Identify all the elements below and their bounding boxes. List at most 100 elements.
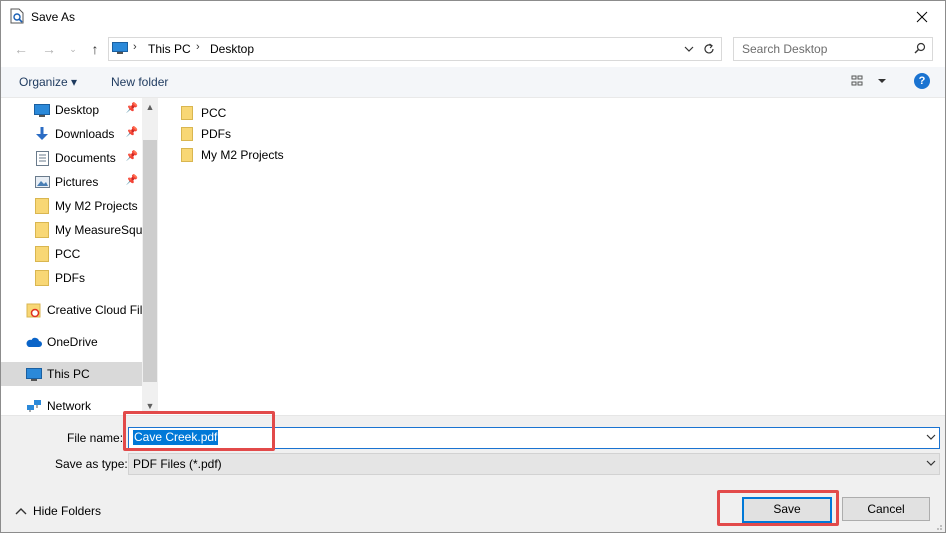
address-history-dropdown[interactable] — [681, 41, 697, 57]
chevron-down-icon[interactable] — [926, 431, 936, 443]
navigation-pane[interactable]: Desktop 📌 Downloads 📌 Documents 📌 Pictur… — [1, 98, 158, 414]
nav-item-label: Downloads — [55, 127, 115, 141]
file-name: PCC — [201, 106, 227, 120]
navigation-bar: ← → ⌄ ↑ › This PC › Desktop — [1, 34, 945, 64]
close-icon — [916, 11, 928, 22]
pin-icon: 📌 — [125, 151, 138, 162]
nav-item-my-measuresqu[interactable]: My MeasureSqu — [1, 218, 142, 242]
breadcrumb-this-pc[interactable]: This PC — [148, 42, 191, 56]
folder-icon — [34, 270, 50, 286]
recent-locations-button[interactable]: ⌄ — [63, 39, 83, 59]
resize-grip-icon[interactable] — [933, 521, 943, 531]
documents-icon — [34, 150, 50, 166]
command-toolbar: Organize ▾ New folder ? — [1, 67, 945, 98]
nav-item-label: Creative Cloud Fil — [47, 303, 142, 317]
save-as-type-select[interactable]: PDF Files (*.pdf) — [128, 453, 940, 475]
hide-folders-button[interactable]: Hide Folders — [15, 504, 101, 518]
help-button[interactable]: ? — [914, 73, 930, 89]
chevron-down-icon: ⌄ — [69, 43, 77, 54]
address-bar[interactable]: › This PC › Desktop — [108, 37, 722, 61]
window-title: Save As — [31, 10, 76, 24]
forward-button[interactable]: → — [39, 39, 59, 59]
nav-item-pcc[interactable]: PCC — [1, 242, 142, 266]
breadcrumb-separator-icon: › — [196, 41, 200, 53]
desktop-icon — [34, 102, 50, 118]
folder-icon — [181, 127, 193, 141]
breadcrumb-separator-icon: › — [133, 41, 137, 53]
chevron-down-icon — [684, 46, 694, 52]
nav-item-onedrive[interactable]: OneDrive — [1, 330, 142, 354]
save-as-type-value: PDF Files (*.pdf) — [133, 457, 222, 471]
folder-icon — [34, 198, 50, 214]
list-item[interactable]: PDFs — [181, 124, 231, 144]
nav-item-creative-cloud-files[interactable]: Creative Cloud Fil — [1, 298, 142, 322]
search-icon — [914, 42, 926, 54]
nav-item-label: Desktop — [55, 103, 100, 117]
pin-icon: 📌 — [125, 175, 138, 186]
up-button[interactable]: ↑ — [85, 39, 105, 59]
cancel-button[interactable]: Cancel — [842, 497, 930, 521]
forward-arrow-icon: → — [42, 41, 56, 57]
list-item[interactable]: PCC — [181, 103, 226, 123]
save-as-type-label: Save as type: — [55, 457, 128, 471]
file-name-highlight-box — [123, 411, 275, 451]
view-options-icon — [851, 75, 886, 86]
chevron-down-icon — [926, 460, 936, 466]
search-box[interactable] — [733, 37, 933, 61]
pin-icon: 📌 — [125, 127, 138, 138]
nav-item-network[interactable]: Network — [1, 394, 142, 414]
nav-item-label: PDFs — [55, 271, 85, 285]
cloud-icon — [26, 334, 42, 350]
help-icon: ? — [918, 75, 926, 87]
nav-item-downloads[interactable]: Downloads 📌 — [1, 122, 142, 146]
nav-item-label: Pictures — [55, 175, 99, 189]
nav-item-this-pc[interactable]: This PC — [1, 362, 142, 386]
pin-icon: 📌 — [125, 103, 138, 114]
navigation-pane-scrollbar[interactable]: ▲ ▼ — [142, 98, 158, 414]
file-name-label: File name: — [67, 431, 124, 445]
refresh-icon — [704, 43, 714, 54]
save-as-app-icon — [10, 8, 24, 24]
nav-item-label: OneDrive — [47, 335, 98, 349]
nav-item-label: This PC — [47, 367, 90, 381]
computer-icon — [112, 42, 128, 54]
nav-item-desktop[interactable]: Desktop 📌 — [1, 98, 142, 122]
save-as-dialog: Save As ← → ⌄ ↑ › This PC › Desktop Sear… — [0, 0, 946, 533]
save-button-highlight-box — [717, 490, 839, 526]
scroll-up-button[interactable]: ▲ — [142, 98, 158, 115]
search-input[interactable] — [740, 41, 904, 57]
computer-icon — [26, 366, 42, 382]
file-name: PDFs — [201, 127, 231, 141]
list-item[interactable]: My M2 Projects — [181, 145, 284, 165]
chevron-up-icon — [15, 508, 27, 515]
nav-item-documents[interactable]: Documents 📌 — [1, 146, 142, 170]
nav-item-label: My M2 Projects — [55, 199, 138, 213]
folder-icon — [181, 106, 193, 120]
title-bar: Save As — [1, 1, 945, 32]
nav-item-label: My MeasureSqu — [55, 223, 142, 237]
new-folder-button[interactable]: New folder — [111, 75, 168, 89]
nav-item-label: Documents — [55, 151, 116, 165]
organize-menu-button[interactable]: Organize ▾ — [19, 75, 77, 89]
scrollbar-thumb[interactable] — [143, 140, 157, 382]
refresh-button[interactable] — [699, 41, 718, 57]
chevron-down-icon: ▼ — [145, 400, 155, 411]
up-arrow-icon: ↑ — [91, 41, 99, 57]
nav-item-label: Network — [47, 399, 92, 413]
nav-item-label: PCC — [55, 247, 81, 261]
nav-item-my-m2-projects[interactable]: My M2 Projects — [1, 194, 142, 218]
change-view-button[interactable] — [851, 74, 887, 91]
close-button[interactable] — [899, 1, 945, 32]
nav-item-pictures[interactable]: Pictures 📌 — [1, 170, 142, 194]
folder-icon — [34, 246, 50, 262]
creative-cloud-icon — [26, 302, 42, 318]
nav-item-pdfs[interactable]: PDFs — [1, 266, 142, 290]
file-list-pane[interactable]: PCC PDFs My M2 Projects — [159, 98, 945, 414]
folder-icon — [181, 148, 193, 162]
folder-icon — [34, 222, 50, 238]
back-button[interactable]: ← — [11, 39, 31, 59]
breadcrumb-desktop[interactable]: Desktop — [210, 42, 254, 56]
pictures-icon — [34, 174, 50, 190]
hide-folders-label: Hide Folders — [33, 504, 102, 518]
download-icon — [34, 126, 50, 142]
